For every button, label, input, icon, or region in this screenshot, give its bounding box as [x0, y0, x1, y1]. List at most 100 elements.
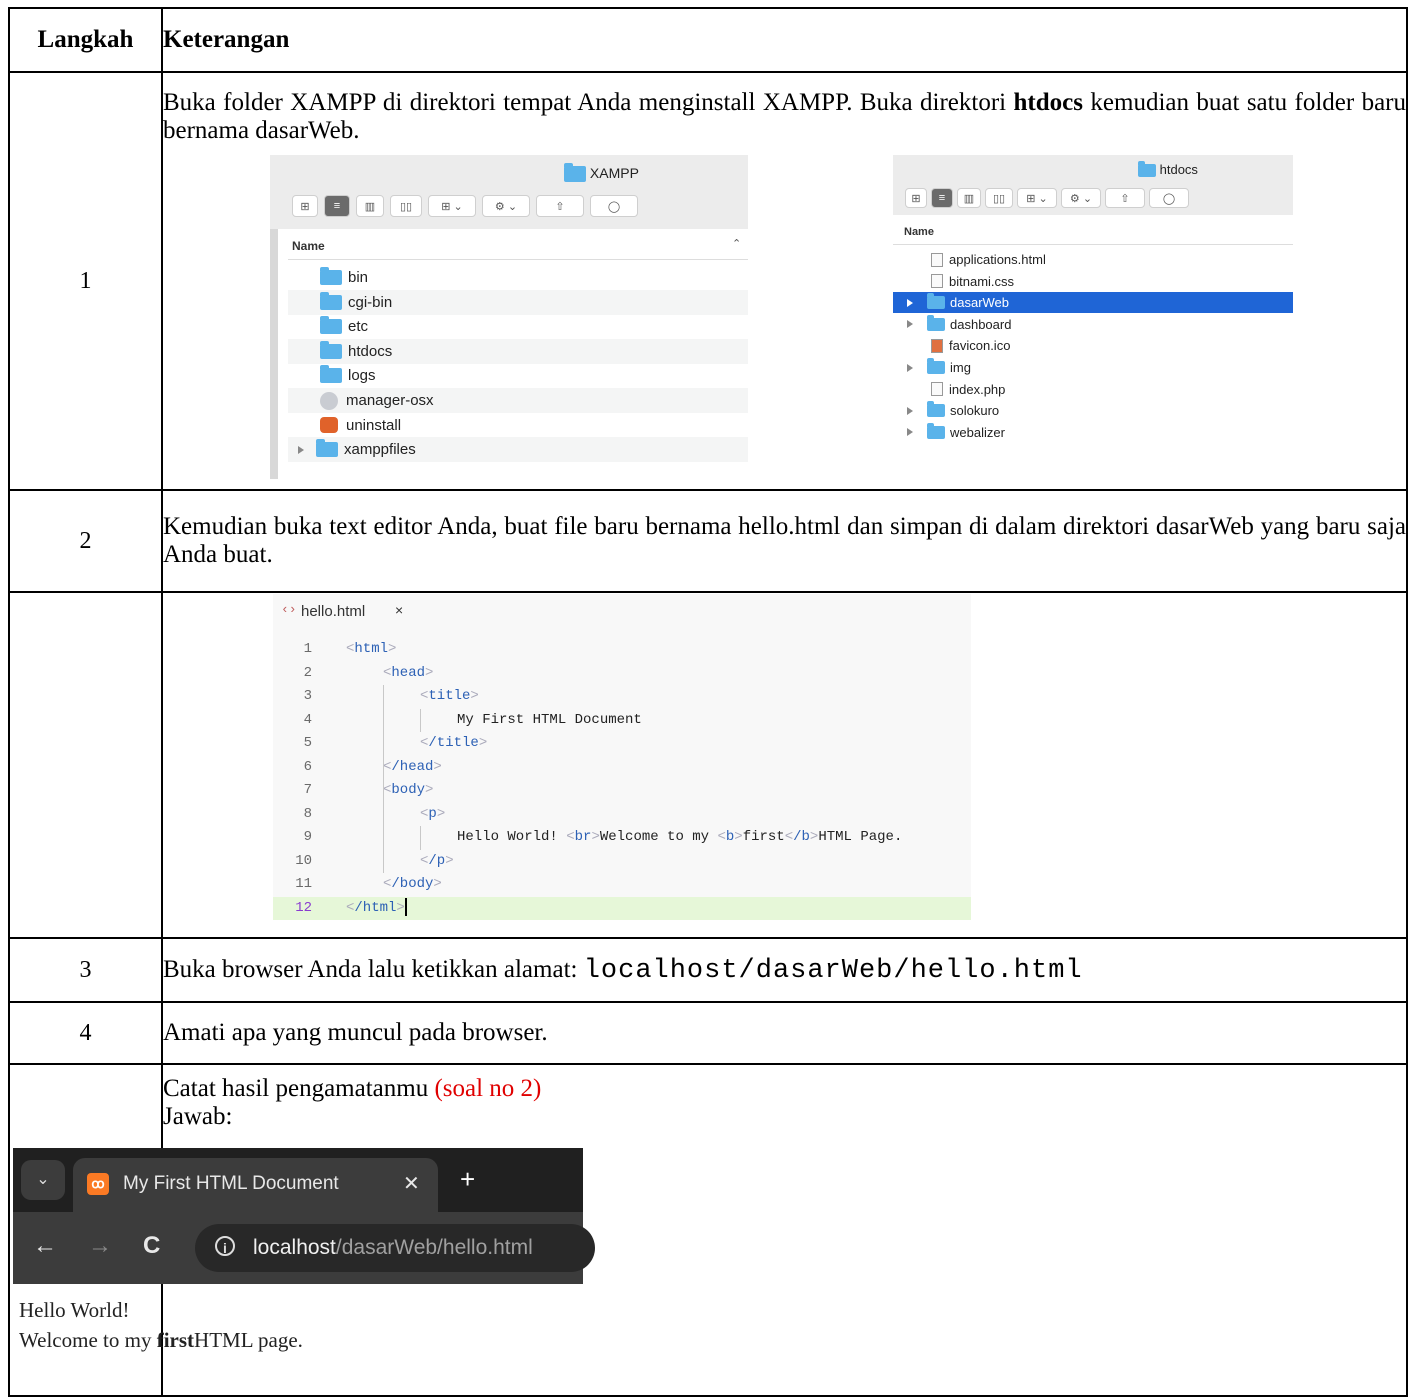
list-item[interactable]: cgi-bin: [288, 289, 748, 315]
tab-search-chevron-icon[interactable]: ⌄: [21, 1160, 65, 1200]
code-editor: ‹› hello.html × 1 <html> 2 <head> 3 <title> 4 M…: [273, 594, 971, 920]
icon-view-button[interactable]: ⊞: [905, 188, 927, 208]
name-column-header[interactable]: Name: [292, 239, 325, 253]
page-line-2: Welcome to my firstHTML page.: [19, 1328, 303, 1352]
name-column-header[interactable]: Name: [904, 226, 934, 238]
line-number: 10: [295, 852, 312, 869]
sidebar-edge: [270, 229, 278, 479]
action-gear-button[interactable]: ⚙ ⌄: [482, 195, 530, 217]
sort-chevron-icon[interactable]: ⌃: [732, 237, 741, 250]
code-line[interactable]: 2 <head>: [273, 662, 971, 685]
list-item[interactable]: bitnami.css: [893, 271, 1293, 292]
step-4-text: Amati apa yang muncul pada browser.: [161, 1001, 1408, 1065]
table-row: 3 Buka browser Anda lalu ketikkan alamat…: [8, 937, 1408, 1003]
code-line[interactable]: 4 My First HTML Document: [273, 709, 971, 732]
step-3-text: Buka browser Anda lalu ketikkan alamat: …: [161, 937, 1408, 1003]
list-item[interactable]: bin: [288, 265, 748, 290]
disclosure-triangle-icon[interactable]: [907, 320, 913, 329]
list-view-button[interactable]: ≡: [324, 195, 350, 217]
code-text: </title>: [420, 735, 488, 751]
list-item[interactable]: solokuro: [893, 400, 1293, 421]
rendered-page-output: Hello World! Welcome to my firstHTML pag…: [19, 1295, 303, 1355]
editor-tab[interactable]: ‹› hello.html ×: [273, 594, 971, 628]
list-item[interactable]: htdocs: [288, 338, 748, 364]
code-text: </p>: [420, 852, 454, 869]
forward-arrow-icon[interactable]: →: [88, 1232, 112, 1260]
step-5-line1: Catat hasil pengamatanmu (soal no 2): [163, 1075, 542, 1102]
action-gear-button[interactable]: ⚙ ⌄: [1061, 188, 1101, 208]
list-item-label: bin: [348, 269, 369, 286]
code-line[interactable]: 7 <body>: [273, 779, 971, 802]
step-number: 3: [8, 937, 163, 1003]
list-item[interactable]: xamppfiles: [288, 437, 748, 463]
tag-button[interactable]: ◯: [590, 195, 638, 217]
icon-view-button[interactable]: ⊞: [292, 195, 318, 217]
list-item[interactable]: etc: [288, 314, 748, 339]
list-item-label: etc: [348, 318, 369, 336]
list-item[interactable]: webalizer: [893, 422, 1293, 443]
list-item-label: img: [950, 360, 971, 375]
address-bar[interactable]: i localhost/dasarWeb/hello.html: [195, 1224, 595, 1272]
group-button[interactable]: ⊞ ⌄: [1017, 188, 1057, 208]
folder-icon: [927, 358, 945, 374]
browser-tab[interactable]: ꝏ My First HTML Document ✕: [73, 1158, 438, 1212]
code-line[interactable]: 12 </html>: [273, 896, 971, 920]
table-header-row: Langkah Keterangan: [8, 7, 1408, 73]
folder-alias-icon: [320, 365, 342, 384]
list-view-button[interactable]: ≡: [931, 188, 953, 208]
list-item[interactable]: uninstall: [288, 413, 748, 438]
tag-button[interactable]: ◯: [1149, 188, 1189, 208]
column-view-button[interactable]: ▥: [957, 188, 981, 208]
folder-alias-icon: [320, 291, 342, 310]
line-number: 8: [303, 805, 312, 822]
line-number: 5: [303, 735, 312, 751]
finder-window-htdocs: htdocs ⊞ ≡ ▥ ▯▯ ⊞ ⌄ ⚙ ⌄ ⇧ ◯ Name applica…: [893, 155, 1293, 479]
url-mono: localhost/dasarWeb/hello.html: [583, 955, 1083, 986]
gallery-view-button[interactable]: ▯▯: [390, 195, 422, 217]
group-button[interactable]: ⊞ ⌄: [428, 195, 476, 217]
step-2-text: Kemudian buka text editor Anda, buat fil…: [163, 513, 1406, 568]
step-number: 4: [8, 1001, 163, 1065]
column-view-button[interactable]: ▥: [356, 195, 384, 217]
indent-guide: [383, 685, 384, 873]
list-item[interactable]: manager-osx: [288, 388, 748, 413]
disclosure-triangle-icon[interactable]: [298, 445, 304, 454]
close-tab-icon[interactable]: ✕: [403, 1171, 420, 1196]
code-text: </body>: [383, 876, 442, 892]
site-info-icon[interactable]: i: [215, 1236, 235, 1256]
window-title: htdocs: [1159, 162, 1198, 177]
code-line[interactable]: 5 </title>: [273, 732, 971, 755]
list-item-label: webalizer: [950, 424, 1005, 440]
code-line[interactable]: 8 <p>: [273, 803, 971, 826]
disclosure-triangle-icon[interactable]: [907, 428, 913, 437]
code-line[interactable]: 6 </head>: [273, 756, 971, 779]
list-item[interactable]: favicon.ico: [893, 335, 1293, 356]
code-line[interactable]: 3 <title>: [273, 685, 971, 708]
list-item[interactable]: index.php: [893, 379, 1293, 400]
disclosure-triangle-icon[interactable]: [907, 298, 913, 307]
code-text: </head>: [383, 758, 442, 775]
step-number-empty: [8, 591, 163, 939]
disclosure-triangle-icon[interactable]: [907, 363, 913, 372]
code-line[interactable]: 10 </p>: [273, 850, 971, 873]
code-line[interactable]: 1 <html>: [273, 638, 971, 661]
list-item[interactable]: logs: [288, 363, 748, 388]
code-line[interactable]: 9 Hello World! <br>Welcome to my <b>first…: [273, 826, 971, 849]
list-item[interactable]: img: [893, 357, 1293, 378]
share-button[interactable]: ⇧: [536, 195, 584, 217]
list-item[interactable]: dashboard: [893, 314, 1293, 335]
gallery-view-button[interactable]: ▯▯: [985, 188, 1013, 208]
close-tab-icon[interactable]: ×: [395, 602, 403, 618]
new-tab-icon[interactable]: +: [460, 1164, 475, 1195]
code-line[interactable]: 11 </body>: [273, 873, 971, 896]
disclosure-triangle-icon[interactable]: [907, 406, 913, 415]
list-item[interactable]: applications.html: [893, 249, 1293, 270]
list-item-label: manager-osx: [346, 392, 434, 409]
folder-icon: [927, 293, 945, 310]
back-arrow-icon[interactable]: ←: [33, 1232, 57, 1260]
file-icon: [931, 252, 943, 267]
share-button[interactable]: ⇧: [1105, 188, 1145, 208]
reload-icon[interactable]: C: [143, 1232, 160, 1260]
code-text: <html>: [346, 641, 397, 657]
list-item[interactable]: dasarWeb: [893, 292, 1293, 314]
